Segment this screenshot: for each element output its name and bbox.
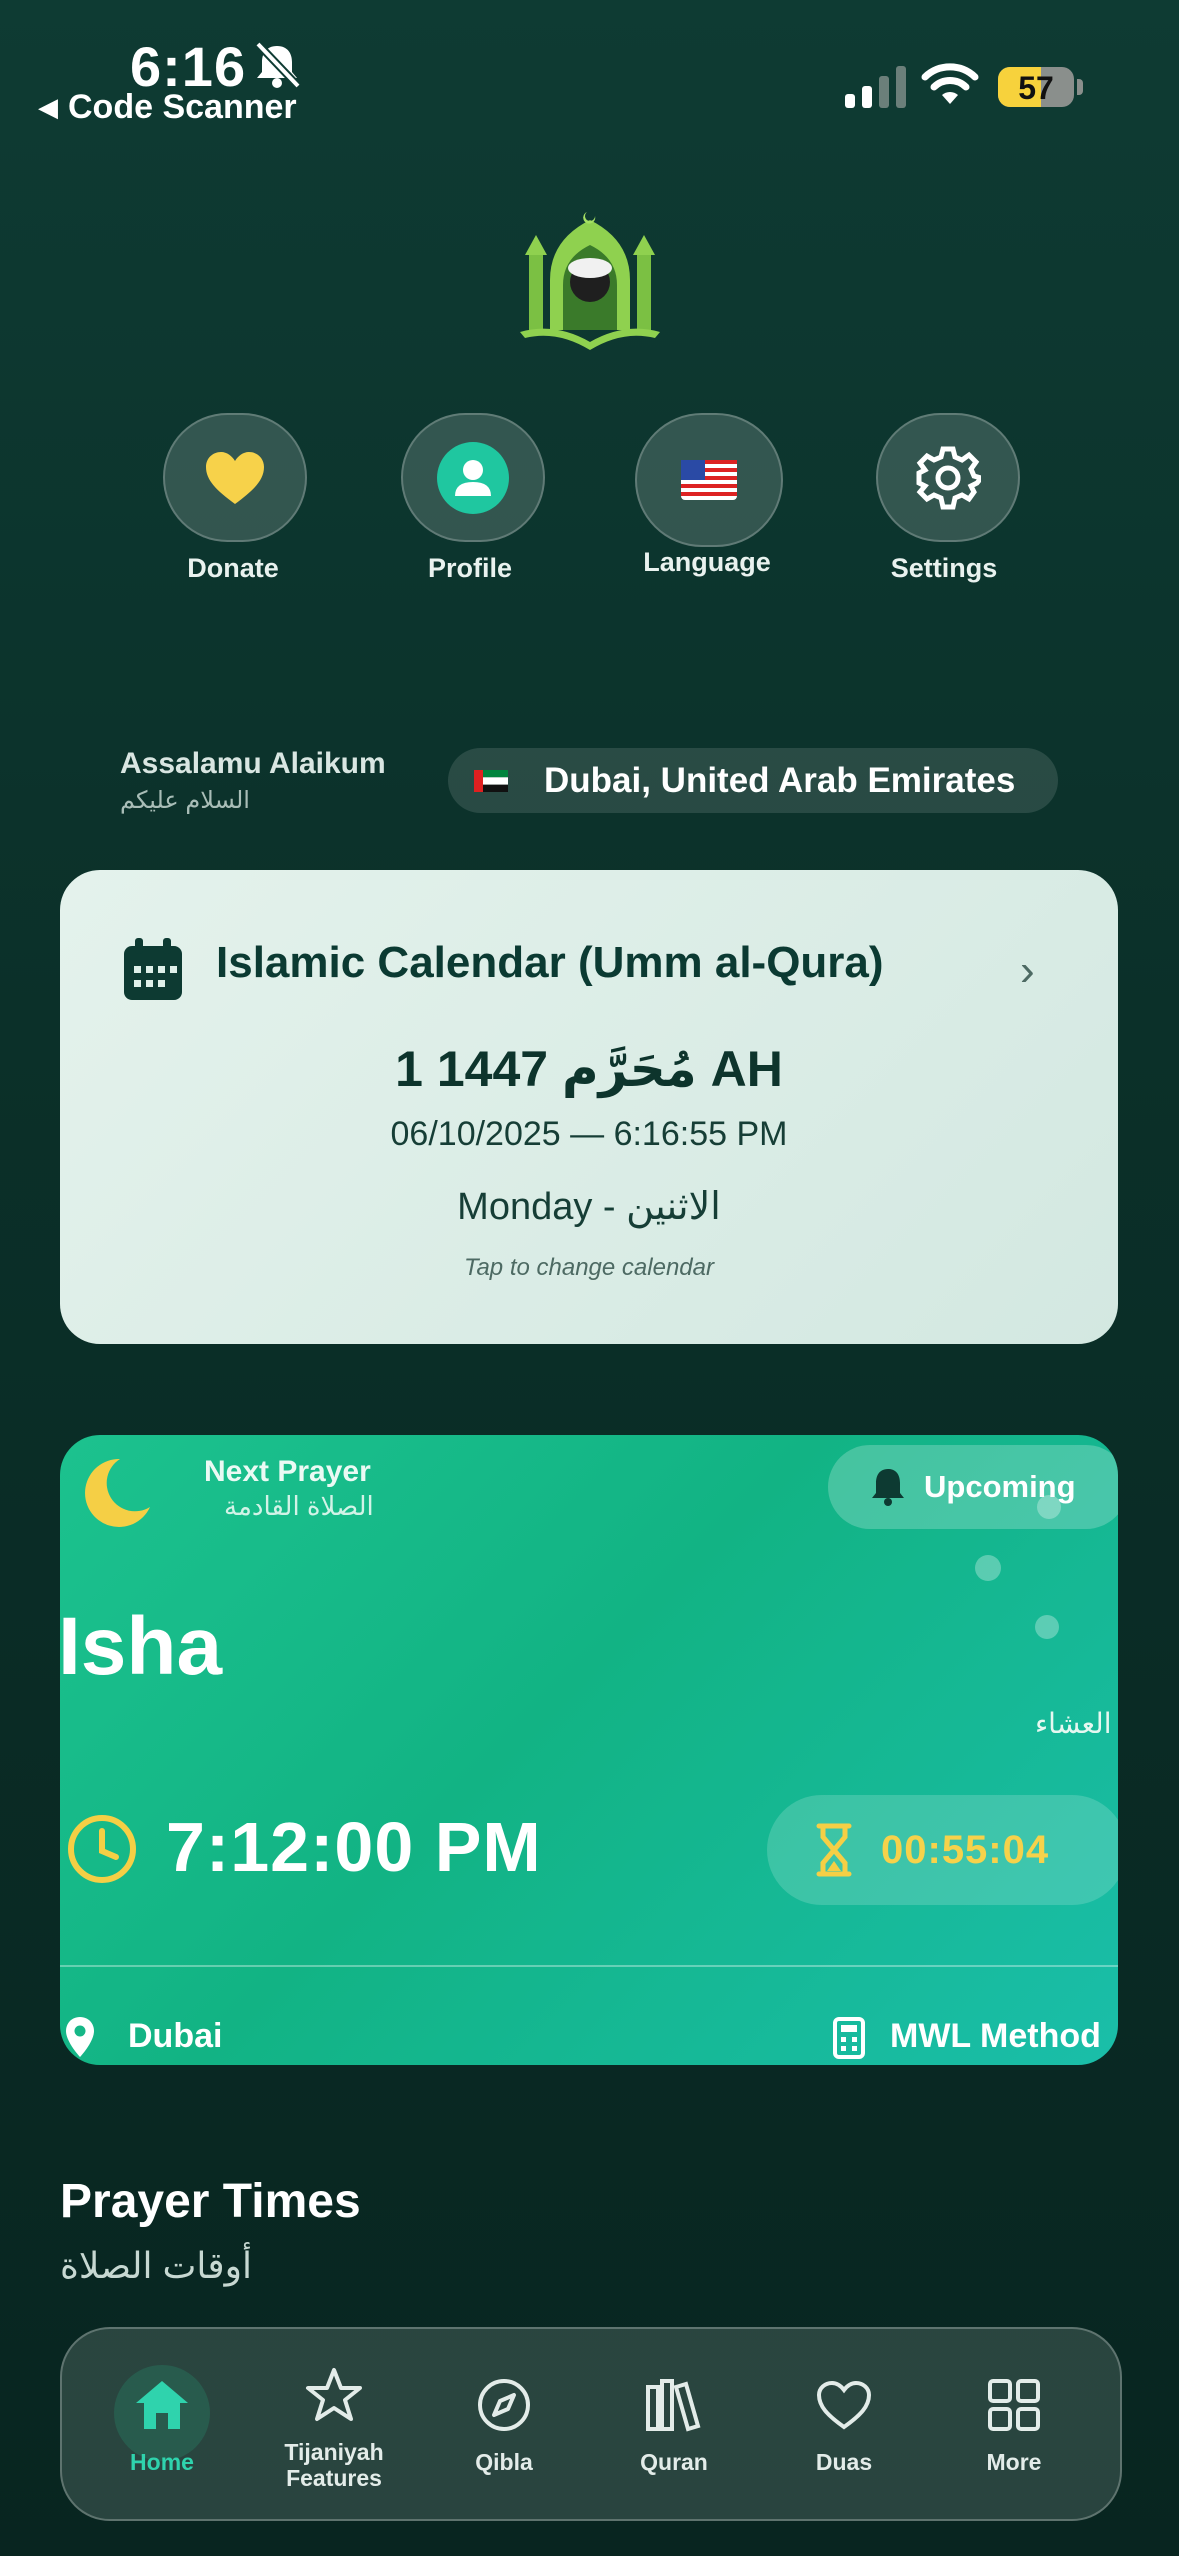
tab-quran[interactable]: Quran (589, 2329, 759, 2519)
greeting-text: Assalamu Alaikum (120, 747, 386, 780)
prayer-name-arabic: العشاء (1035, 1708, 1112, 1739)
crescent-moon-icon (85, 1458, 150, 1527)
tab-home-label: Home (130, 2449, 194, 2475)
hourglass-icon (816, 1823, 852, 1877)
tab-qibla-label: Qibla (475, 2449, 533, 2475)
location-label: Dubai, United Arab Emirates (544, 760, 1016, 800)
decor-dot (1035, 1615, 1059, 1639)
next-prayer-label: Next Prayer (204, 1455, 371, 1488)
profile-label: Profile (427, 553, 513, 583)
decor-dot (975, 1555, 1001, 1581)
tab-qibla[interactable]: Qibla (419, 2329, 589, 2519)
clock-icon (68, 1815, 136, 1883)
upcoming-badge: Upcoming (828, 1445, 1118, 1529)
calendar-title: Islamic Calendar (Umm al-Qura) (216, 938, 884, 987)
tab-quran-label: Quran (640, 2449, 708, 2475)
location-selector[interactable]: Dubai, United Arab Emirates (448, 748, 1058, 813)
battery-indicator: 57 (998, 67, 1074, 107)
profile-icon (437, 441, 509, 514)
heart-outline-icon (816, 2380, 872, 2430)
app-logo-mosque-icon (520, 212, 660, 350)
countdown-pill: 00:55:04 (767, 1795, 1118, 1905)
next-prayer-card[interactable]: Next Prayer الصلاة القادمة Upcoming Isha… (60, 1435, 1118, 2065)
tab-tijaniyah-label: Tijaniyah Features (284, 2439, 384, 2491)
cellular-signal-icon (845, 64, 906, 108)
card-divider (60, 1965, 1118, 1967)
gregorian-datetime: 06/10/2025 — 6:16:55 PM (390, 1115, 788, 1153)
donate-label: Donate (187, 553, 279, 583)
weekday: Monday - الاثنين (457, 1186, 721, 1228)
donate-button[interactable] (163, 413, 307, 542)
language-button[interactable] (635, 413, 783, 547)
section-title: Prayer Times (60, 2175, 361, 2228)
calendar-icon (124, 938, 182, 1000)
gear-icon (916, 446, 981, 509)
books-icon (646, 2379, 701, 2432)
wifi-icon (921, 63, 979, 104)
compass-icon (478, 2379, 530, 2431)
back-app-label: Code Scanner (68, 88, 297, 126)
language-label: Language (643, 547, 771, 577)
us-flag-icon (681, 460, 737, 500)
calculator-icon (833, 2017, 865, 2059)
section-title-arabic: أوقات الصلاة (60, 2245, 252, 2286)
tab-more[interactable]: More (929, 2329, 1099, 2519)
next-prayer-label-arabic: الصلاة القادمة (224, 1491, 374, 1521)
prayer-name: Isha (60, 1601, 223, 1692)
settings-label: Settings (890, 553, 998, 583)
tab-duas[interactable]: Duas (759, 2329, 929, 2519)
tab-home[interactable]: Home (77, 2329, 247, 2519)
settings-button[interactable] (876, 413, 1020, 542)
heart-icon (206, 451, 264, 504)
profile-button[interactable] (401, 413, 545, 542)
back-triangle-icon: ◀ (38, 92, 58, 122)
chevron-right-icon: › (1020, 946, 1035, 995)
tab-tijaniyah-features[interactable]: Tijaniyah Features (249, 2329, 419, 2519)
tab-more-label: More (986, 2449, 1042, 2475)
uae-flag-icon (474, 769, 508, 792)
back-to-app-link[interactable]: ◀ Code Scanner (38, 88, 297, 127)
countdown-value: 00:55:04 (881, 1827, 1050, 1872)
greeting-arabic: السلام عليكم (120, 787, 250, 814)
location-pin-icon (66, 2017, 94, 2057)
battery-level: 57 (1018, 70, 1054, 106)
hijri-date: 1 مُحَرَّم 1447 AH (395, 1041, 783, 1097)
battery-nub (1077, 79, 1083, 95)
home-icon (136, 2381, 188, 2429)
grid-icon (988, 2379, 1040, 2431)
silent-bell-icon (255, 41, 301, 89)
star-icon (306, 2368, 362, 2421)
calendar-hint: Tap to change calendar (464, 1254, 714, 1281)
prayer-time: 7:12:00 PM (166, 1808, 542, 1886)
prayer-city: Dubai (128, 2017, 223, 2055)
bell-icon (872, 1469, 904, 1506)
calculation-method: MWL Method (890, 2017, 1101, 2055)
decor-dot (1037, 1495, 1061, 1519)
bottom-tab-bar: Home Tijaniyah Features Qibla Quran Duas… (60, 2327, 1122, 2521)
tab-duas-label: Duas (815, 2449, 873, 2475)
islamic-calendar-card[interactable]: Islamic Calendar (Umm al-Qura) › 1 مُحَر… (60, 870, 1118, 1344)
